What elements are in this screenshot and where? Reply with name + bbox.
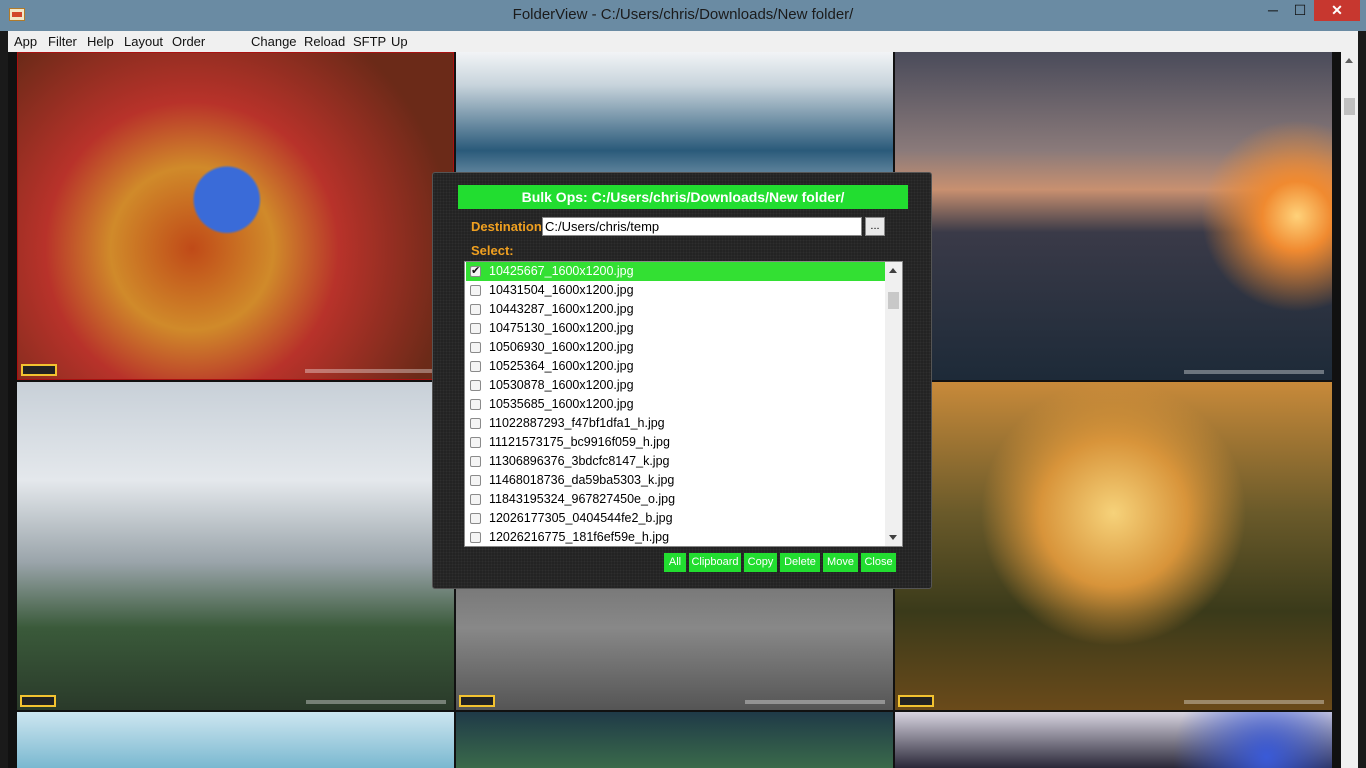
photo-credit (1184, 700, 1324, 704)
natgeo-logo (459, 695, 495, 707)
list-item[interactable]: 10443287_1600x1200.jpg (466, 300, 885, 319)
close-button[interactable]: Close (861, 553, 896, 572)
main-scrollbar[interactable] (1341, 52, 1358, 768)
scroll-up-icon[interactable] (889, 268, 897, 273)
destination-input[interactable]: C:/Users/chris/temp (542, 217, 862, 236)
file-list[interactable]: 10425667_1600x1200.jpg 10431504_1600x120… (464, 261, 903, 547)
file-name: 11022887293_f47bf1dfa1_h.jpg (489, 416, 665, 430)
file-name: 12026177305_0404544fe2_b.jpg (489, 511, 673, 525)
list-item[interactable]: 12026177305_0404544fe2_b.jpg (466, 509, 885, 528)
scroll-thumb[interactable] (1344, 98, 1355, 115)
file-name: 10525364_1600x1200.jpg (489, 359, 634, 373)
file-name: 11468018736_da59ba5303_k.jpg (489, 473, 675, 487)
thumbnail-image[interactable] (895, 52, 1332, 380)
list-item[interactable]: 11022887293_f47bf1dfa1_h.jpg (466, 414, 885, 433)
thumbnail-image[interactable] (17, 382, 454, 710)
checkbox[interactable] (470, 304, 481, 315)
scroll-down-icon[interactable] (889, 535, 897, 540)
list-item[interactable]: 10535685_1600x1200.jpg (466, 395, 885, 414)
photo-credit (305, 369, 445, 373)
bulk-ops-dialog: Bulk Ops: C:/Users/chris/Downloads/New f… (432, 172, 932, 589)
window-title: FolderView - C:/Users/chris/Downloads/Ne… (512, 6, 854, 23)
list-item[interactable]: 10431504_1600x1200.jpg (466, 281, 885, 300)
menu-bar: App Filter Help Layout Order Change Relo… (8, 31, 1358, 52)
checkbox[interactable] (470, 399, 481, 410)
file-name: 11121573175_bc9916f059_h.jpg (489, 435, 670, 449)
checkbox[interactable] (470, 361, 481, 372)
destination-label: Destination: (471, 219, 547, 234)
photo-credit (745, 700, 885, 704)
title-bar: FolderView - C:/Users/chris/Downloads/Ne… (0, 0, 1366, 31)
scroll-up-icon[interactable] (1345, 58, 1353, 63)
checkbox[interactable] (470, 532, 481, 543)
checkbox[interactable] (470, 323, 481, 334)
checkbox[interactable] (470, 494, 481, 505)
file-name: 10475130_1600x1200.jpg (489, 321, 634, 335)
menu-filter[interactable]: Filter (48, 34, 77, 49)
list-scrollbar[interactable] (885, 262, 902, 546)
menu-change[interactable]: Change (251, 34, 297, 49)
thumbnail-image[interactable] (895, 382, 1332, 710)
checkbox[interactable] (470, 342, 481, 353)
menu-app[interactable]: App (14, 34, 37, 49)
checkbox[interactable] (470, 437, 481, 448)
select-label: Select: (471, 243, 514, 258)
copy-button[interactable]: Copy (744, 553, 777, 572)
photo-credit (306, 700, 446, 704)
menu-layout[interactable]: Layout (124, 34, 163, 49)
menu-sftp[interactable]: SFTP (353, 34, 386, 49)
natgeo-logo (898, 695, 934, 707)
file-name: 10443287_1600x1200.jpg (489, 302, 634, 316)
menu-order[interactable]: Order (172, 34, 205, 49)
natgeo-logo (21, 364, 57, 376)
list-item[interactable]: 10525364_1600x1200.jpg (466, 357, 885, 376)
list-item[interactable]: 11121573175_bc9916f059_h.jpg (466, 433, 885, 452)
file-name: 10535685_1600x1200.jpg (489, 397, 634, 411)
menu-up[interactable]: Up (391, 34, 408, 49)
menu-help[interactable]: Help (87, 34, 114, 49)
checkbox[interactable] (470, 264, 481, 277)
checkbox[interactable] (470, 418, 481, 429)
file-name: 10431504_1600x1200.jpg (489, 283, 634, 297)
file-name: 11306896376_3bdcfc8147_k.jpg (489, 454, 670, 468)
file-name: 10425667_1600x1200.jpg (489, 264, 634, 278)
file-name: 10506930_1600x1200.jpg (489, 340, 634, 354)
file-name: 10530878_1600x1200.jpg (489, 378, 634, 392)
file-name: 12026216775_181f6ef59e_h.jpg (489, 530, 670, 544)
list-item[interactable]: 11843195324_967827450e_o.jpg (466, 490, 885, 509)
list-item[interactable]: 10506930_1600x1200.jpg (466, 338, 885, 357)
list-item[interactable]: 11306896376_3bdcfc8147_k.jpg (466, 452, 885, 471)
menu-reload[interactable]: Reload (304, 34, 345, 49)
list-item[interactable]: 12026216775_181f6ef59e_h.jpg (466, 528, 885, 546)
file-name: 11843195324_967827450e_o.jpg (489, 492, 676, 506)
browse-button[interactable]: ... (865, 217, 885, 236)
clipboard-button[interactable]: Clipboard (689, 553, 741, 572)
minimize-button[interactable]: ─ (1260, 0, 1286, 21)
move-button[interactable]: Move (823, 553, 858, 572)
checkbox[interactable] (470, 475, 481, 486)
checkbox[interactable] (470, 380, 481, 391)
thumbnail-image[interactable] (895, 712, 1332, 768)
list-item[interactable]: 10530878_1600x1200.jpg (466, 376, 885, 395)
list-item[interactable]: 11468018736_da59ba5303_k.jpg (466, 471, 885, 490)
maximize-button[interactable]: ☐ (1287, 0, 1313, 21)
thumbnail-image[interactable] (456, 712, 893, 768)
list-item[interactable]: 10475130_1600x1200.jpg (466, 319, 885, 338)
scroll-thumb[interactable] (888, 292, 899, 309)
natgeo-logo (20, 695, 56, 707)
checkbox[interactable] (470, 285, 481, 296)
close-window-button[interactable]: ✕ (1314, 0, 1360, 21)
thumbnail-image[interactable] (17, 52, 454, 380)
all-button[interactable]: All (664, 553, 686, 572)
delete-button[interactable]: Delete (780, 553, 820, 572)
list-item[interactable]: 10425667_1600x1200.jpg (466, 262, 885, 281)
thumbnail-image[interactable] (17, 712, 454, 768)
photo-credit (1184, 370, 1324, 374)
checkbox[interactable] (470, 456, 481, 467)
dialog-title: Bulk Ops: C:/Users/chris/Downloads/New f… (458, 185, 908, 209)
checkbox[interactable] (470, 513, 481, 524)
